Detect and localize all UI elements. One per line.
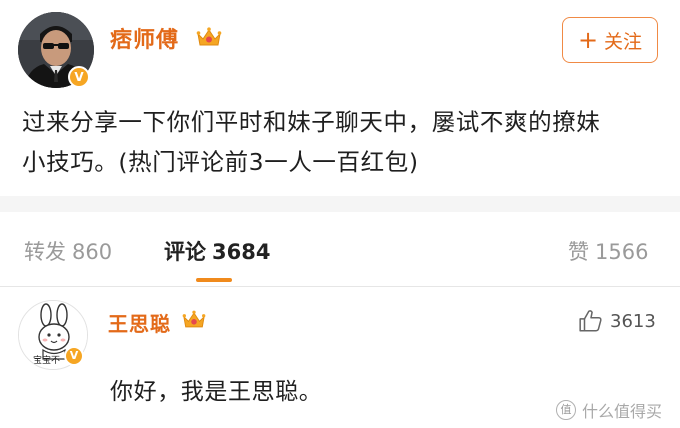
interaction-tab-bar: 转发 860 评论 3684 赞 1566 — [0, 212, 680, 286]
crown-icon — [182, 310, 206, 328]
post-body: 过来分享一下你们平时和妹子聊天中，屡试不爽的撩妹 小技巧。(热门评论前3一人一百… — [22, 102, 662, 182]
section-divider — [0, 196, 680, 212]
follow-button-label: 关注 — [604, 30, 643, 53]
thumbs-up-icon — [579, 310, 602, 332]
tab-comments-count: 3684 — [212, 240, 271, 264]
tab-divider — [0, 286, 680, 287]
comment-like-button[interactable]: 3613 — [578, 306, 656, 336]
verified-badge-icon: V — [68, 66, 90, 88]
watermark-logo: 值 — [556, 400, 576, 420]
active-tab-indicator — [196, 278, 232, 282]
tab-comments[interactable]: 评论 3684 — [164, 236, 270, 266]
comment-like-count: 3613 — [610, 310, 656, 332]
post-header: V 痞师傅 + 关注 — [0, 0, 680, 96]
tab-comments-label: 评论 — [164, 240, 206, 264]
post-author-name[interactable]: 痞师傅 — [110, 22, 179, 54]
avatar-caption: 宝宝不 — [33, 356, 61, 366]
tab-repost-label: 转发 — [24, 240, 66, 264]
commenter-name[interactable]: 王思聪 — [108, 308, 171, 337]
post-text-line: 小技巧。(热门评论前3一人一百红包) — [22, 148, 419, 176]
tab-likes-count: 1566 — [595, 240, 649, 264]
watermark-text: 什么值得买 — [582, 402, 663, 421]
comment-text: 你好，我是王思聪。 — [110, 379, 323, 405]
crown-icon — [196, 27, 222, 46]
tab-likes-label: 赞 — [568, 240, 589, 264]
tab-likes[interactable]: 赞 1566 — [568, 236, 648, 266]
watermark: 值 什么值得买 — [556, 398, 662, 422]
tab-repost-count: 860 — [72, 240, 113, 264]
post-text-line: 过来分享一下你们平时和妹子聊天中，屡试不爽的撩妹 — [22, 108, 601, 136]
verified-badge-icon: V — [64, 346, 84, 366]
tab-repost[interactable]: 转发 860 — [24, 236, 112, 266]
follow-button[interactable]: + 关注 — [562, 17, 658, 63]
plus-icon: + — [577, 26, 599, 54]
